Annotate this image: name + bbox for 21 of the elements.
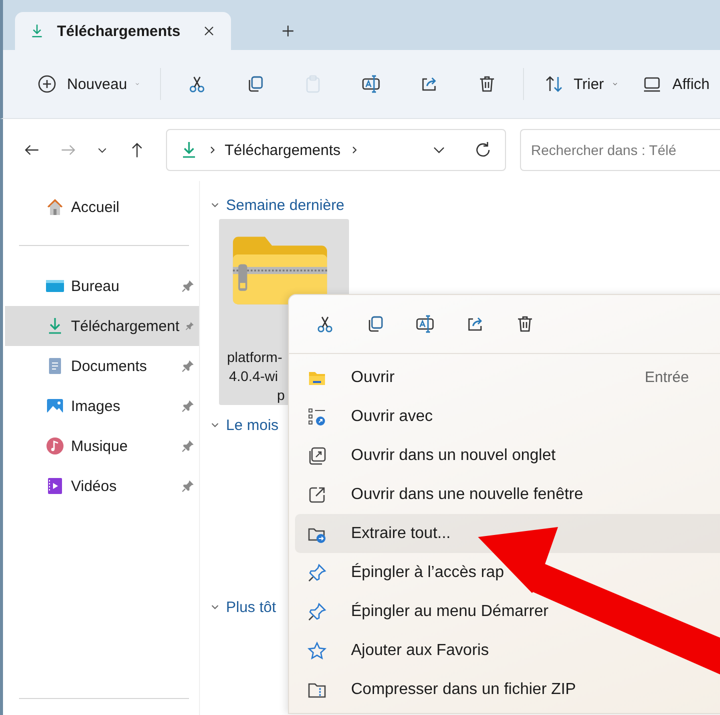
- sidebar-label: Vidéos: [71, 478, 118, 494]
- shortcut-label: Entrée: [644, 369, 689, 386]
- file-name: p: [276, 386, 285, 405]
- file-name: platform-: [227, 348, 282, 367]
- menu-item-label: Ouvrir avec: [351, 408, 433, 426]
- sidebar-label: Téléchargement: [71, 318, 180, 334]
- sidebar-label: Musique: [71, 438, 129, 454]
- tab-title: Téléchargements: [57, 22, 182, 40]
- menu-item-label: Ouvrir dans une nouvelle fenêtre: [351, 486, 584, 504]
- sidebar-label: Bureau: [71, 278, 120, 294]
- menu-item-label: Extraire tout...: [351, 524, 451, 542]
- menu-item-label: Ajouter aux Favoris: [351, 642, 489, 660]
- sidebar-label: Images: [71, 398, 122, 414]
- sidebar-label: Accueil: [71, 198, 120, 216]
- menu-item-label: Épingler au menu Démarrer: [351, 602, 548, 620]
- menu-item-label: Ouvrir dans un nouvel onglet: [351, 446, 556, 464]
- menu-item-label: Épingler à l’accès rap: [351, 564, 504, 582]
- sidebar-label: Documents: [71, 358, 148, 374]
- menu-item-label: Ouvrir: [351, 368, 395, 386]
- file-name: 4.0.4-wi: [228, 367, 278, 386]
- menu-item-label: Compresser dans un fichier ZIP: [351, 680, 576, 698]
